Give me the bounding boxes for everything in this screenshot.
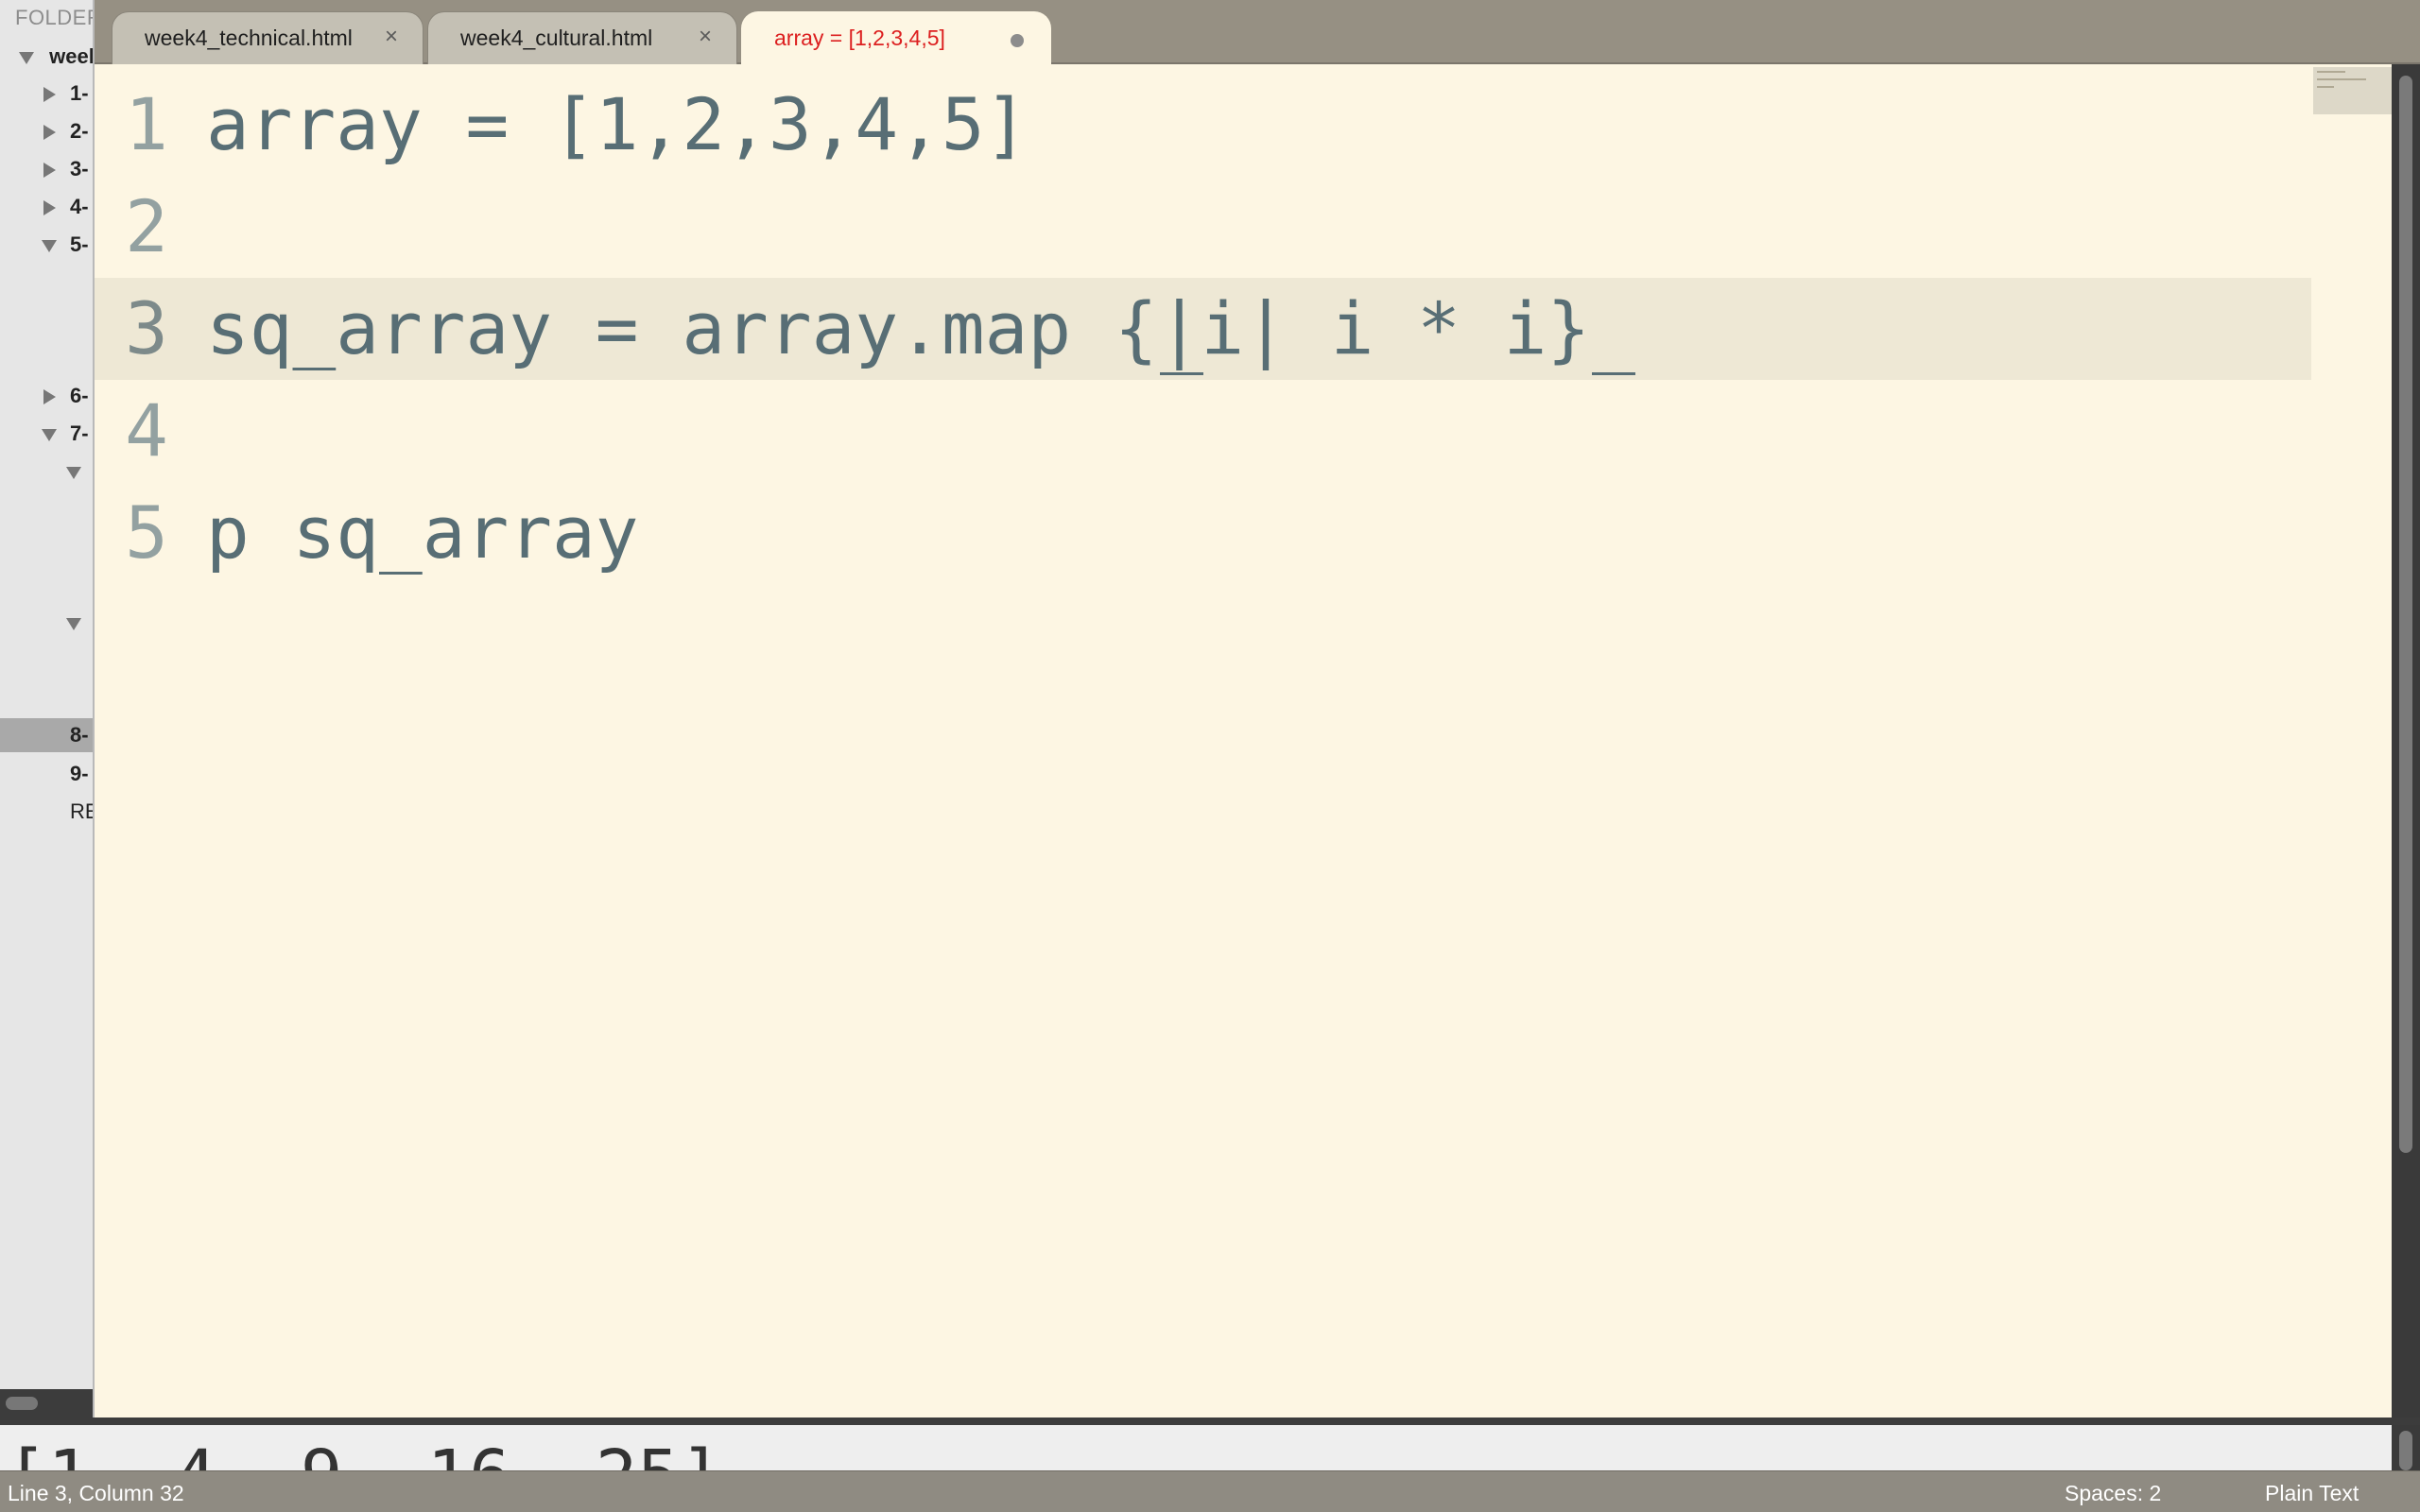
tree-item-label: 8- [70,723,89,747]
line-text[interactable]: p sq_array [206,482,639,584]
disclosure-collapsed-icon[interactable] [43,389,56,405]
tree-item[interactable]: 9- [70,757,89,791]
tree-item-label: 1- [70,81,89,105]
code-line[interactable]: 4 [95,380,2311,482]
tree-item[interactable]: 7- [42,417,89,451]
output-text: [1, 4, 9, 16, 25] [6,1438,721,1470]
minimap-line [2317,71,2345,73]
status-bar: Line 3, Column 32 Spaces: 2 Plain Text [0,1470,2420,1512]
disclosure-expanded-icon[interactable] [42,239,57,252]
tree-item-label: 3- [70,157,89,180]
minimap-line [2317,86,2334,88]
tab-label: week4_cultural.html [460,26,653,50]
disclosure-expanded-icon[interactable] [42,428,57,441]
line-number: 1 [125,82,168,166]
code-line[interactable]: 2 [95,176,2311,278]
close-icon[interactable]: × [385,24,398,50]
disclosure-collapsed-icon[interactable] [43,125,56,141]
minimap[interactable] [2311,64,2392,1418]
code-line[interactable]: 5 p sq_array [95,482,2311,584]
tab-label: array = [1,2,3,4,5] [774,26,945,50]
code-line[interactable]: 1 array = [1,2,3,4,5] [95,74,2311,176]
tab-untitled-active[interactable]: array = [1,2,3,4,5] [741,11,1051,64]
tree-item[interactable]: 2- [43,114,89,148]
tree-item-label: 4- [70,195,89,218]
tree-item-label: 2- [70,119,89,143]
tree-item-label: 7- [70,421,89,445]
disclosure-expanded-icon[interactable] [19,51,34,64]
disclosure-collapsed-icon[interactable] [43,200,56,216]
tab-bar: week4_technical.html × week4_cultural.ht… [95,0,2420,64]
tree-item-label: 6- [70,384,89,407]
tree-item[interactable]: 5- [42,228,89,262]
line-text[interactable]: array = [1,2,3,4,5] [206,74,1028,176]
code-line-current[interactable]: 3 sq_array = array.map {|i| i * i} [95,278,2311,380]
line-number: 5 [125,490,168,575]
tree-item-label: 5- [70,232,89,256]
output-scroll-thumb[interactable] [2399,1431,2412,1470]
close-icon[interactable]: × [699,24,712,50]
sidebar-title: FOLDER [15,6,95,29]
minimap-viewport[interactable] [2313,67,2392,114]
panel-divider[interactable] [0,1418,2420,1425]
bracket-match-underline [1160,372,1203,375]
cursor-position: Line 3, Column 32 [8,1481,184,1505]
tab-week4-technical[interactable]: week4_technical.html × [112,11,424,64]
line-number: 2 [125,184,168,268]
tab-week4-cultural[interactable]: week4_cultural.html × [427,11,737,64]
sidebar-scroll-thumb[interactable] [6,1397,38,1410]
editor-scrollbar[interactable] [2392,64,2420,1418]
tree-root-folder[interactable]: weel [19,40,95,74]
syntax-mode[interactable]: Plain Text [2265,1481,2359,1506]
sidebar-scrollbar[interactable] [0,1389,93,1418]
disclosure-expanded-icon[interactable] [66,466,81,479]
tree-item[interactable]: RE [70,795,93,829]
line-number: 3 [125,286,168,370]
sidebar: FOLDER weel 1- 2- 3- 4- 5- 6- 7- 8- 9- R [0,0,95,1418]
output-scrollbar[interactable] [2392,1425,2420,1470]
line-text[interactable]: sq_array = array.map {|i| i * i} [206,278,1590,380]
disclosure-collapsed-icon[interactable] [43,163,56,179]
output-panel[interactable]: [1, 4, 9, 16, 25] [0,1425,2392,1470]
editor-scroll-thumb[interactable] [2399,76,2412,1153]
bracket-match-underline [1592,372,1635,375]
code-editor[interactable]: 1 array = [1,2,3,4,5] 2 3 sq_array = arr… [95,64,2392,1418]
tree-item[interactable]: 3- [43,152,89,186]
tree-item[interactable]: 6- [43,379,89,413]
tree-item[interactable]: 1- [43,77,89,111]
tree-subfolder[interactable] [66,455,81,489]
minimap-line [2317,78,2366,80]
tree-item-selected[interactable]: 8- [0,718,93,752]
modified-dot-icon[interactable] [1011,34,1024,47]
tree-item-label: 9- [70,762,89,785]
disclosure-collapsed-icon[interactable] [43,87,56,103]
indentation-setting[interactable]: Spaces: 2 [2065,1481,2161,1506]
tree-subfolder[interactable] [66,606,81,640]
line-number: 4 [125,388,168,472]
tree-item[interactable]: 4- [43,190,89,224]
tab-label: week4_technical.html [145,26,353,50]
tree-root-label: weel [49,44,95,68]
tree-item-label: RE [70,799,93,823]
disclosure-expanded-icon[interactable] [66,617,81,630]
